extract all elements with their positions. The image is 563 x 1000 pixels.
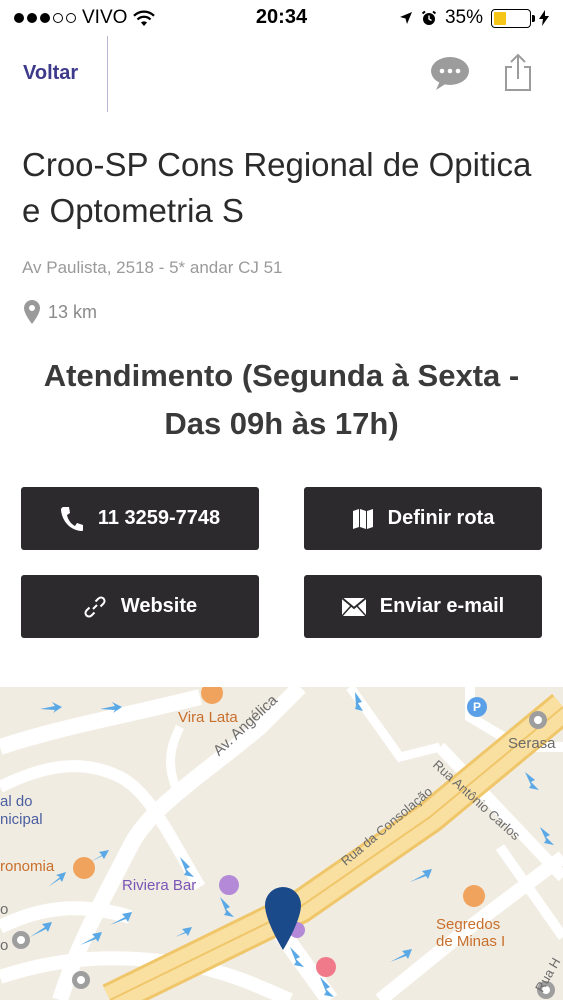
map-label-nicipal: nicipal — [0, 811, 43, 828]
map-label-vira-lata: Vira Lata — [178, 709, 238, 726]
website-button[interactable]: Website — [21, 575, 259, 638]
place-title: Croo-SP Cons Regional de Opitica e Optom… — [22, 146, 532, 229]
website-label: Website — [120, 595, 198, 617]
map-label-o-1: o — [0, 901, 9, 918]
map-streets — [0, 687, 563, 1000]
battery-percent: 35% — [444, 7, 483, 28]
place-address: Av Paulista, 2518 - 5* andar CJ 51 — [22, 258, 283, 277]
map-label-riviera-bar: Riviera Bar — [122, 877, 197, 894]
nav-divider — [107, 36, 108, 112]
map-label-serasa: Serasa — [508, 735, 556, 752]
opening-hours: Atendimento (Segunda à Sexta - Das 09h à… — [43, 358, 520, 441]
alarm-clock-icon — [421, 10, 437, 25]
phone-icon — [60, 506, 83, 531]
map-pin-icon — [24, 300, 40, 324]
phone-number-label: 11 3259-7748 — [97, 507, 221, 529]
email-label: Enviar e-mail — [379, 595, 505, 617]
route-button[interactable]: Definir rota — [304, 487, 542, 550]
call-button[interactable]: 11 3259-7748 — [21, 487, 259, 550]
map-label-o-2: o — [0, 937, 9, 954]
map-icon — [352, 508, 373, 529]
charging-bolt-icon — [539, 10, 549, 26]
map-label-segredos: Segredos — [436, 916, 501, 933]
back-button[interactable]: Voltar — [23, 62, 78, 85]
distance-row: 13 km — [24, 300, 97, 324]
map-label-ronomia: ronomia — [0, 858, 55, 875]
status-right: 35% — [399, 7, 549, 29]
link-icon — [84, 595, 106, 618]
route-label: Definir rota — [387, 507, 495, 529]
email-button[interactable]: Enviar e-mail — [304, 575, 542, 638]
map-label-de-minas: de Minas I — [436, 933, 506, 950]
parking-icon: P — [472, 700, 481, 714]
status-bar: VIVO 20:34 35% — [0, 0, 563, 36]
navigation-bar: Voltar — [0, 36, 563, 112]
battery-icon — [491, 8, 535, 28]
share-icon[interactable] — [503, 52, 533, 92]
envelope-icon — [341, 597, 366, 616]
location-arrow-icon — [399, 12, 412, 24]
location-map[interactable]: P Vira Lata Av. Angélica Rua da Consolaç… — [0, 687, 563, 1000]
speech-bubble-icon[interactable] — [430, 56, 470, 92]
distance-value: 13 km — [48, 301, 98, 322]
map-label-al-do: al do — [0, 793, 33, 810]
